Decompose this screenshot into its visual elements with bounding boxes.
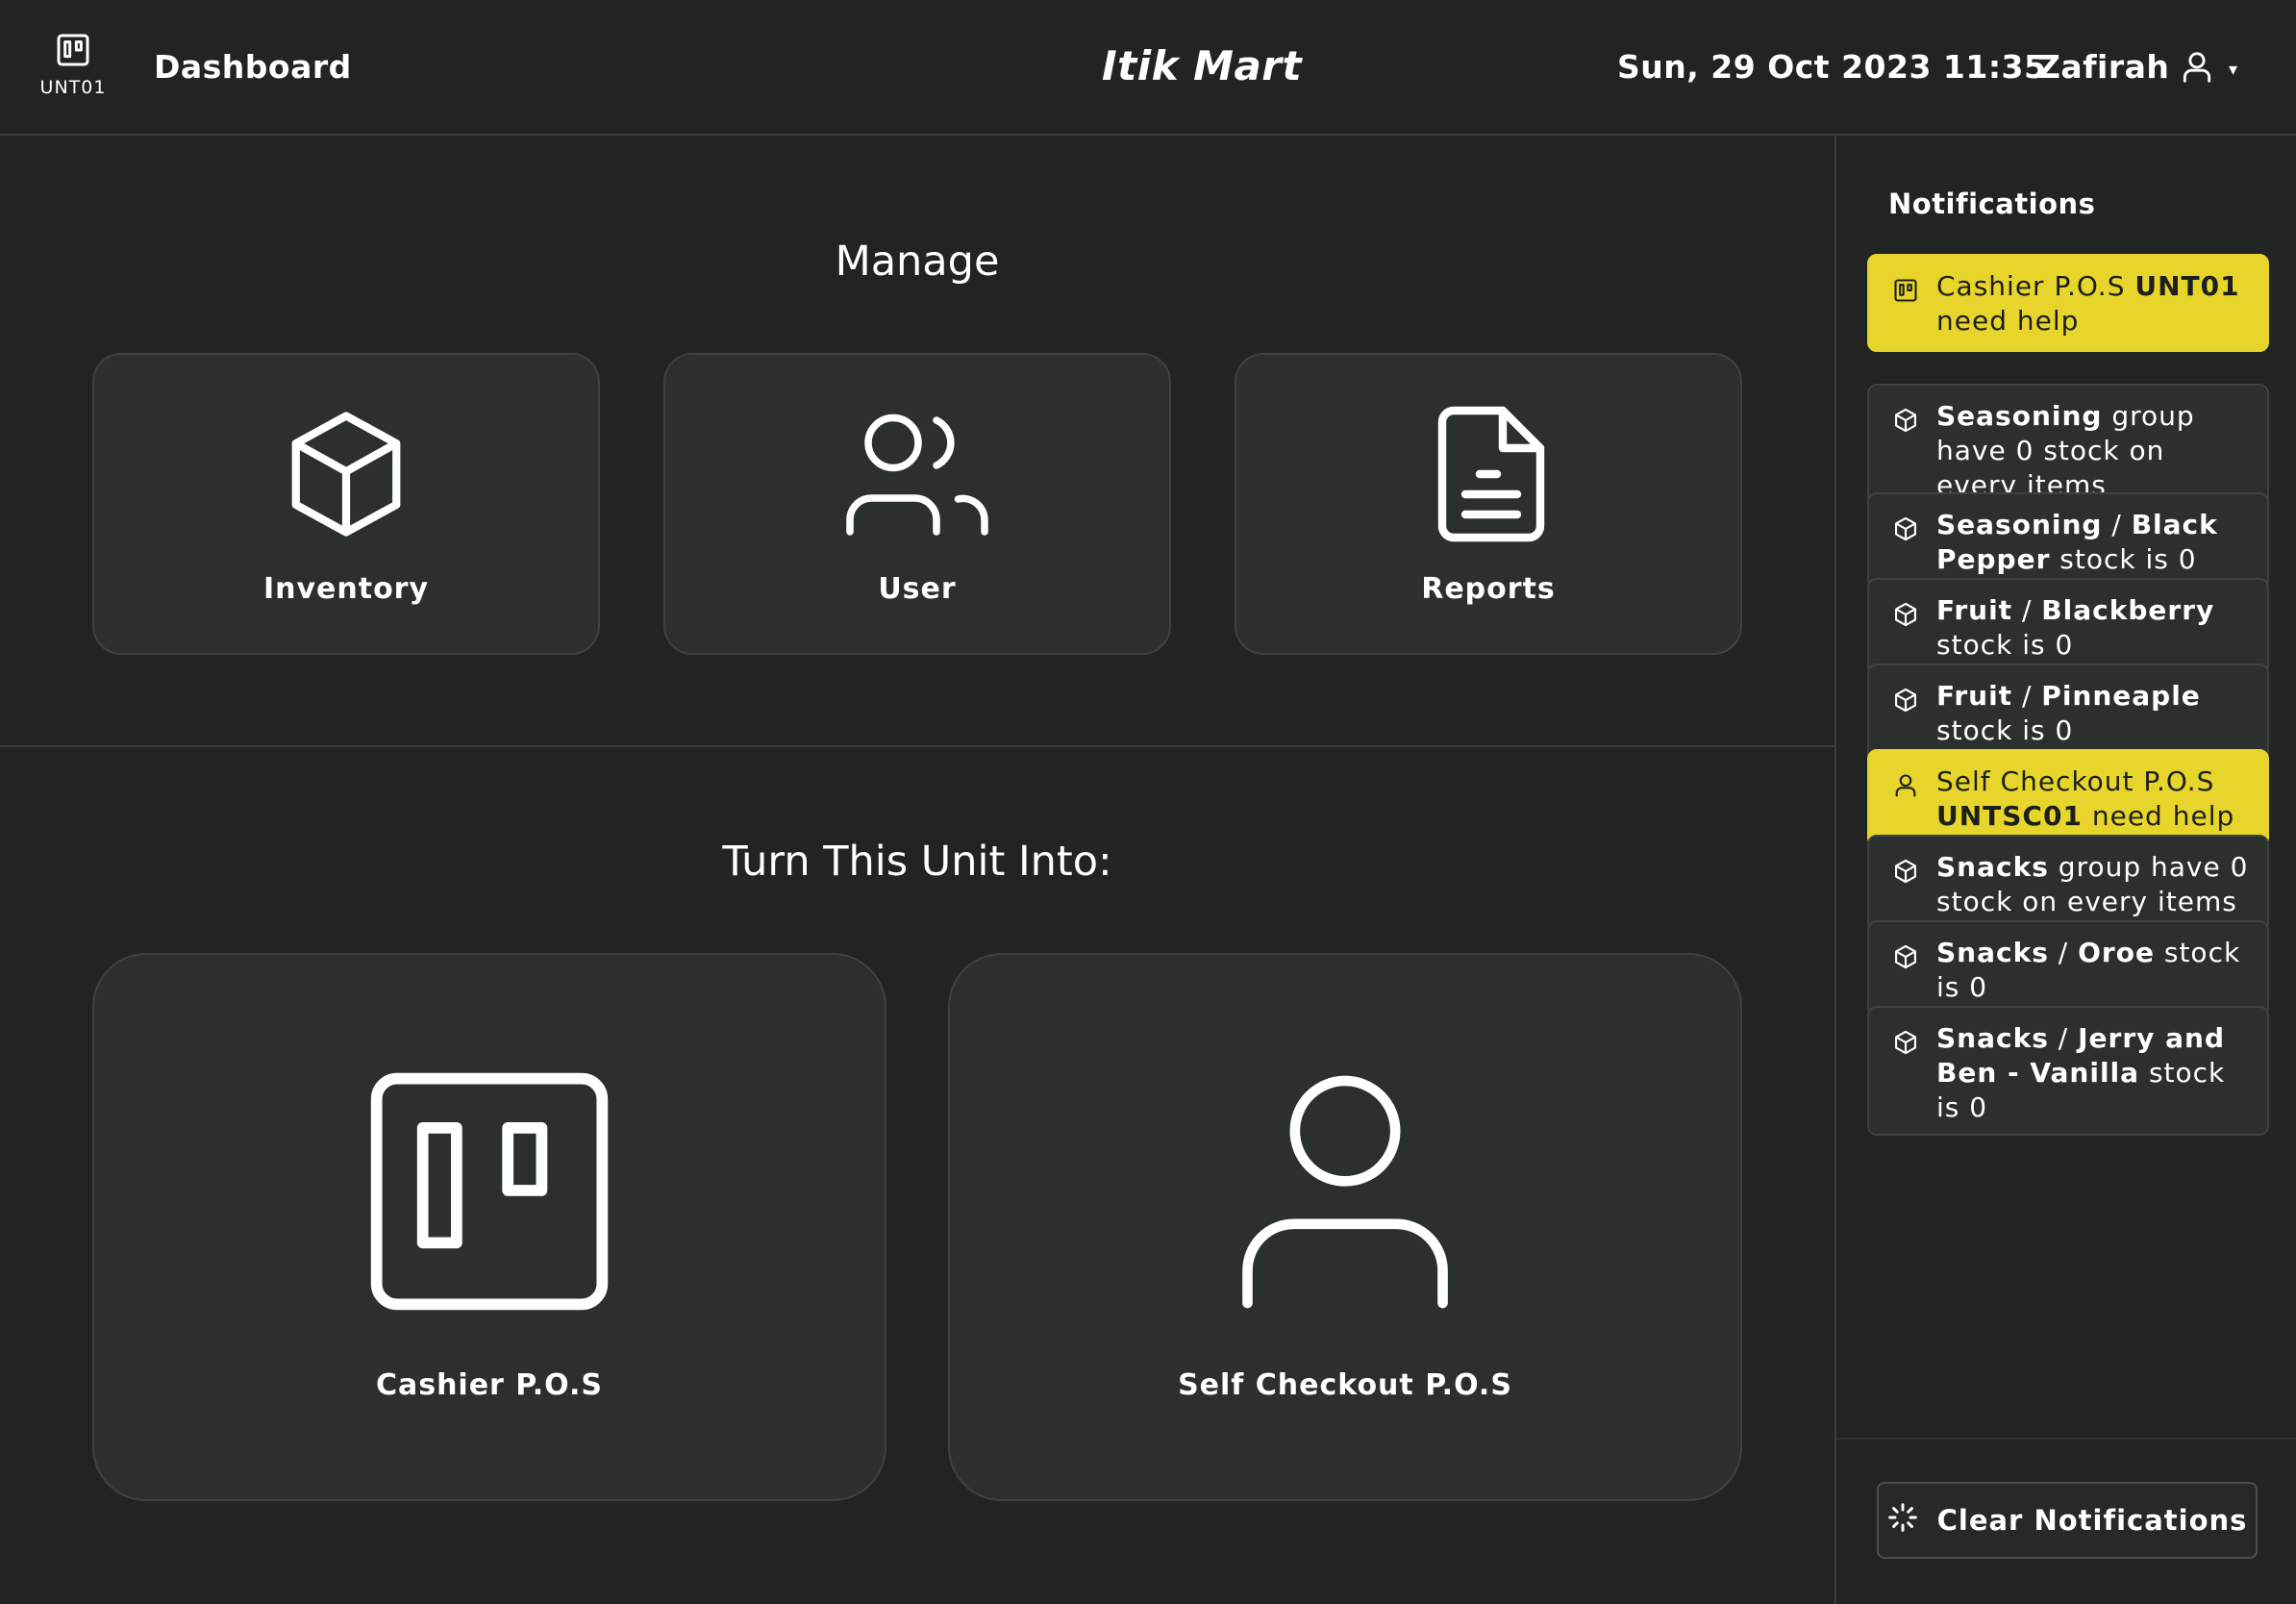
notification-text: Seasoning group have 0 stock on every it… [1936,400,2195,501]
notification-item[interactable]: Snacks group have 0 stock on every items [1867,835,2269,933]
cashier-pos-card[interactable]: Cashier P.O.S [92,953,886,1501]
notification-item[interactable]: Fruit / Pinneaple stock is 0 [1867,664,2269,762]
unit-badge: UNT01 [37,31,110,108]
notification-text: Snacks group have 0 stock on every items [1936,851,2249,917]
notifications-list[interactable]: Cashier P.O.S UNT01 need help Seasoning g… [1867,254,2269,1571]
datetime: Sun, 29 Oct 2023 11:35 [1617,48,2047,86]
cube-icon [1892,601,1919,628]
cube-icon [1892,687,1919,714]
notification-text: Fruit / Blackberry stock is 0 [1936,594,2215,661]
chevron-down-icon: ▾ [2229,59,2238,80]
user-card[interactable]: User [663,353,1171,655]
reports-label: Reports [1421,572,1556,606]
cube-icon [1892,407,1919,434]
manage-title: Manage [835,238,1000,286]
turn-into-title: Turn This Unit Into: [722,838,1112,886]
self-checkout-pos-label: Self Checkout P.O.S [1178,1368,1512,1402]
username: Zafirah [2037,48,2170,86]
unit-id: UNT01 [39,77,107,98]
inventory-label: Inventory [262,572,430,606]
user-icon [2179,48,2215,90]
notifications-heading: Notifications [1888,188,2096,220]
self-checkout-pos-card[interactable]: Self Checkout P.O.S [948,953,1742,1501]
page-title: Dashboard [154,48,352,86]
user-menu-button[interactable]: ▾ [2179,48,2258,90]
app-name: Itik Mart [1102,42,1303,89]
cube-icon [1892,943,1919,970]
notification-text: Seasoning / Black Pepper stock is 0 [1936,509,2218,575]
pos-terminal-icon [366,1068,612,1318]
pos-terminal-icon [54,31,92,69]
cube-icon [1892,515,1919,542]
document-icon [1431,405,1546,547]
main-content: Manage Inventory User Reports Turn This … [0,136,1834,1604]
cube-icon [1892,858,1919,885]
notification-item[interactable]: Snacks / Jerry and Ben - Vanilla stock i… [1867,1006,2269,1136]
cashier-pos-label: Cashier P.O.S [375,1368,604,1402]
clear-area: Clear Notifications [1836,1438,2296,1604]
notification-item[interactable]: Fruit / Blackberry stock is 0 [1867,578,2269,676]
reports-card[interactable]: Reports [1235,353,1742,655]
clear-notifications-button[interactable]: Clear Notifications [1877,1482,2258,1559]
top-bar: UNT01 Dashboard Itik Mart Sun, 29 Oct 20… [0,0,2296,136]
pos-terminal-icon [1892,277,1919,304]
notification-item[interactable]: Seasoning / Black Pepper stock is 0 [1867,492,2269,590]
inventory-card[interactable]: Inventory [92,353,600,655]
section-divider [0,745,1834,747]
notification-text: Fruit / Pinneaple stock is 0 [1936,680,2201,746]
notification-text: Cashier P.O.S UNT01 need help [1936,270,2240,337]
notification-item[interactable]: Snacks / Oroe stock is 0 [1867,920,2269,1018]
notification-text: Snacks / Oroe stock is 0 [1936,937,2241,1003]
notification-item[interactable]: Self Checkout P.O.S UNTSC01 need help [1867,749,2269,847]
spinner-icon [1887,1502,1918,1540]
user-label: User [878,572,957,606]
user-icon [1892,772,1919,799]
users-icon [840,407,994,545]
clear-notifications-label: Clear Notifications [1936,1504,2248,1537]
notification-text: Snacks / Jerry and Ben - Vanilla stock i… [1936,1022,2226,1123]
notification-text: Self Checkout P.O.S UNTSC01 need help [1936,765,2235,832]
notifications-panel: Notifications Cashier P.O.S UNT01 need h… [1834,136,2296,1604]
cube-icon [1892,1029,1919,1056]
notification-item[interactable]: Cashier P.O.S UNT01 need help [1867,254,2269,352]
user-icon [1234,1068,1457,1318]
cube-icon [283,405,410,547]
